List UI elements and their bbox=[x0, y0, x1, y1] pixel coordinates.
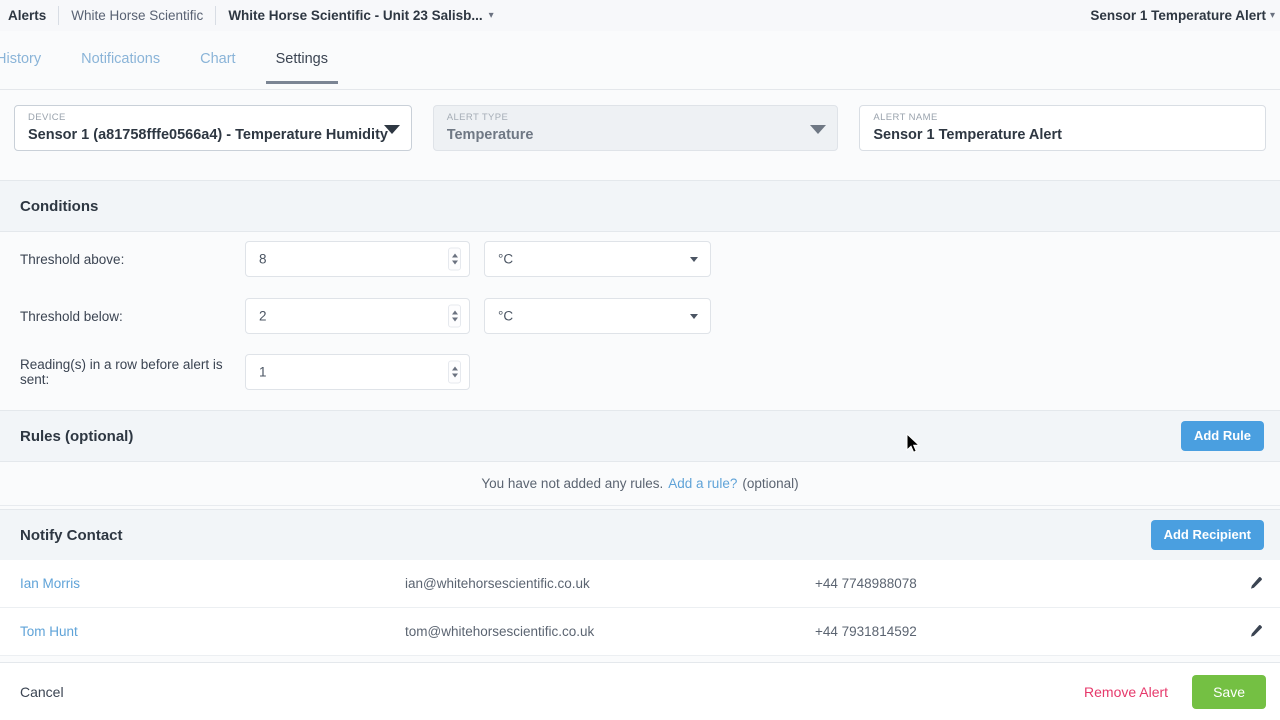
condition-row-readings: Reading(s) in a row before alert is sent… bbox=[0, 354, 1280, 390]
add-recipient-button[interactable]: Add Recipient bbox=[1150, 520, 1264, 550]
rules-empty-state: You have not added any rules. Add a rule… bbox=[0, 462, 1280, 506]
alert-name-label: ALERT NAME bbox=[873, 112, 938, 123]
rules-title: Rules (optional) bbox=[20, 427, 134, 445]
stepper-down-icon[interactable] bbox=[451, 373, 458, 378]
threshold-below-label: Threshold below: bbox=[20, 308, 123, 324]
condition-row-threshold-above: Threshold above: 8 °C bbox=[0, 241, 1280, 277]
notify-contact-section-header: Notify Contact Add Recipient bbox=[0, 509, 1280, 561]
form-footer: Cancel Remove Alert Save bbox=[0, 662, 1280, 720]
readings-in-row-stepper[interactable] bbox=[448, 360, 461, 384]
alert-identity-fields: DEVICE Sensor 1 (a81758fffe0566a4) - Tem… bbox=[0, 105, 1280, 151]
alert-settings-page: Alerts White Horse Scientific White Hors… bbox=[0, 0, 1280, 720]
caret-down-icon bbox=[690, 257, 698, 262]
readings-in-row-input[interactable]: 1 bbox=[245, 354, 470, 390]
pencil-icon[interactable] bbox=[1230, 576, 1280, 591]
device-select[interactable]: DEVICE Sensor 1 (a81758fffe0566a4) - Tem… bbox=[14, 105, 412, 151]
tab-history[interactable]: History bbox=[0, 51, 51, 84]
condition-row-threshold-below: Threshold below: 2 °C bbox=[0, 298, 1280, 334]
contact-name-link[interactable]: Ian Morris bbox=[0, 576, 405, 591]
notify-contact-title: Notify Contact bbox=[20, 526, 123, 544]
tab-notifications[interactable]: Notifications bbox=[71, 51, 170, 84]
chevron-down-icon[interactable]: ▾ bbox=[1270, 10, 1275, 21]
contact-email: tom@whitehorsescientific.co.uk bbox=[405, 624, 595, 639]
threshold-above-stepper[interactable] bbox=[448, 247, 461, 271]
breadcrumb-item-alerts[interactable]: Alerts bbox=[2, 8, 58, 23]
threshold-below-unit-select[interactable]: °C bbox=[484, 298, 711, 334]
alert-type-value: Temperature bbox=[446, 127, 534, 143]
contact-phone: +44 7931814592 bbox=[815, 624, 917, 639]
remove-alert-button[interactable]: Remove Alert bbox=[1084, 684, 1168, 700]
alert-type-select: ALERT TYPE Temperature bbox=[432, 105, 839, 151]
pencil-icon[interactable] bbox=[1230, 624, 1280, 639]
readings-in-row-label: Reading(s) in a row before alert is sent… bbox=[20, 357, 223, 387]
threshold-above-value: 8 bbox=[259, 251, 267, 267]
alert-name-field[interactable]: ALERT NAME Sensor 1 Temperature Alert bbox=[859, 105, 1266, 151]
readings-in-row-value: 1 bbox=[259, 364, 267, 380]
add-a-rule-link[interactable]: Add a rule? bbox=[668, 476, 737, 491]
caret-down-icon bbox=[690, 314, 698, 319]
current-alert-title[interactable]: Sensor 1 Temperature Alert bbox=[1078, 8, 1268, 23]
alert-type-label: ALERT TYPE bbox=[446, 112, 509, 123]
stepper-down-icon[interactable] bbox=[451, 317, 458, 322]
stepper-down-icon[interactable] bbox=[451, 260, 458, 265]
table-row: Ian Morris ian@whitehorsescientific.co.u… bbox=[0, 560, 1280, 608]
threshold-above-input[interactable]: 8 bbox=[245, 241, 470, 277]
contact-name-link[interactable]: Tom Hunt bbox=[0, 624, 405, 639]
stepper-up-icon[interactable] bbox=[451, 366, 458, 371]
contact-email: ian@whitehorsescientific.co.uk bbox=[405, 576, 590, 591]
chevron-down-icon[interactable]: ▾ bbox=[489, 10, 494, 21]
caret-down-icon bbox=[810, 125, 827, 134]
threshold-below-unit-value: °C bbox=[498, 308, 514, 324]
threshold-above-unit-select[interactable]: °C bbox=[484, 241, 711, 277]
breadcrumb-item-organisation[interactable]: White Horse Scientific bbox=[59, 8, 215, 23]
stepper-up-icon[interactable] bbox=[451, 310, 458, 315]
cancel-button[interactable]: Cancel bbox=[20, 684, 64, 700]
breadcrumb-right: Sensor 1 Temperature Alert ▾ bbox=[1078, 0, 1280, 31]
conditions-title: Conditions bbox=[20, 197, 99, 215]
tab-chart[interactable]: Chart bbox=[190, 51, 245, 84]
save-button[interactable]: Save bbox=[1192, 674, 1266, 709]
tab-settings[interactable]: Settings bbox=[265, 51, 339, 84]
threshold-above-label: Threshold above: bbox=[20, 251, 125, 267]
device-select-label: DEVICE bbox=[28, 112, 66, 123]
breadcrumb: Alerts White Horse Scientific White Hors… bbox=[0, 0, 1280, 31]
threshold-below-value: 2 bbox=[259, 308, 267, 324]
table-row: Tom Hunt tom@whitehorsescientific.co.uk … bbox=[0, 608, 1280, 656]
threshold-below-stepper[interactable] bbox=[448, 304, 461, 328]
threshold-above-unit-value: °C bbox=[498, 251, 514, 267]
rules-empty-text: You have not added any rules. bbox=[481, 476, 664, 491]
conditions-section-header: Conditions bbox=[0, 180, 1280, 232]
device-select-value: Sensor 1 (a81758fffe0566a4) - Temperatur… bbox=[28, 127, 388, 143]
breadcrumb-item-site[interactable]: White Horse Scientific - Unit 23 Salisb.… bbox=[216, 8, 486, 23]
tab-bar: History Notifications Chart Settings bbox=[0, 31, 1280, 90]
rules-section-header: Rules (optional) Add Rule bbox=[0, 410, 1280, 462]
stepper-up-icon[interactable] bbox=[451, 253, 458, 258]
caret-down-icon bbox=[383, 125, 400, 134]
rules-optional-text: (optional) bbox=[742, 476, 799, 491]
threshold-below-input[interactable]: 2 bbox=[245, 298, 470, 334]
add-rule-button[interactable]: Add Rule bbox=[1180, 421, 1264, 451]
contact-phone: +44 7748988078 bbox=[815, 576, 917, 591]
alert-name-input[interactable]: Sensor 1 Temperature Alert bbox=[873, 124, 1253, 146]
